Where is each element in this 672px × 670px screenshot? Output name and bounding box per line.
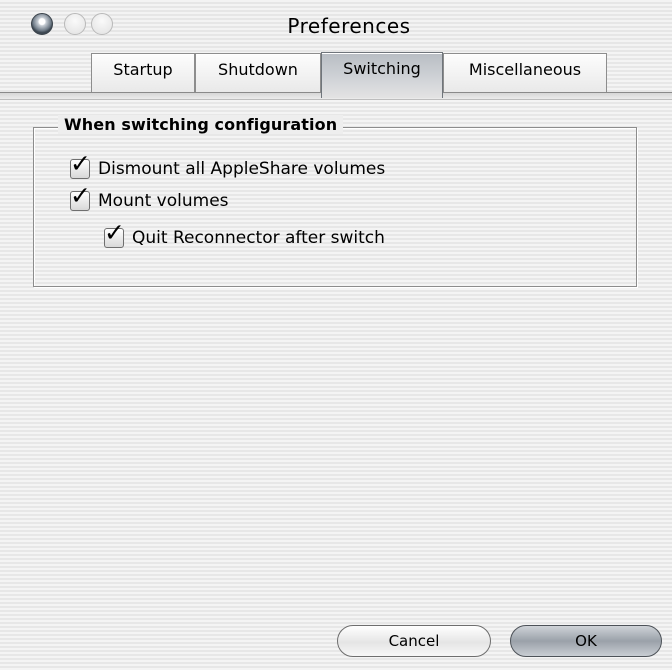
- title-bar[interactable]: Preferences: [0, 0, 672, 52]
- group-title: When switching configuration: [58, 115, 344, 134]
- window-title: Preferences: [287, 14, 411, 38]
- quit-reconnector-checkbox[interactable]: ✓: [104, 220, 125, 248]
- dismount-appleshare-option[interactable]: ✓ Dismount all AppleShare volumes: [70, 151, 386, 179]
- checkmark-icon: ✓: [70, 149, 91, 178]
- tab-miscellaneous[interactable]: Miscellaneous: [443, 53, 607, 92]
- cancel-button[interactable]: Cancel: [337, 625, 491, 657]
- mount-volumes-label: Mount volumes: [98, 191, 229, 211]
- preferences-window: Preferences Startup Shutdown Switching M…: [0, 0, 672, 670]
- checkmark-icon: ✓: [70, 181, 91, 210]
- tab-shutdown[interactable]: Shutdown: [195, 53, 321, 92]
- mount-volumes-option[interactable]: ✓ Mount volumes: [70, 183, 229, 211]
- tab-switching[interactable]: Switching: [321, 52, 443, 98]
- checkmark-icon: ✓: [104, 218, 125, 247]
- ok-button[interactable]: OK: [510, 625, 662, 657]
- quit-reconnector-label: Quit Reconnector after switch: [132, 228, 385, 248]
- dismount-appleshare-checkbox[interactable]: ✓: [70, 151, 91, 179]
- tab-startup[interactable]: Startup: [91, 53, 195, 92]
- dismount-appleshare-label: Dismount all AppleShare volumes: [98, 159, 386, 179]
- quit-reconnector-option[interactable]: ✓ Quit Reconnector after switch: [104, 220, 385, 248]
- mount-volumes-checkbox[interactable]: ✓: [70, 183, 91, 211]
